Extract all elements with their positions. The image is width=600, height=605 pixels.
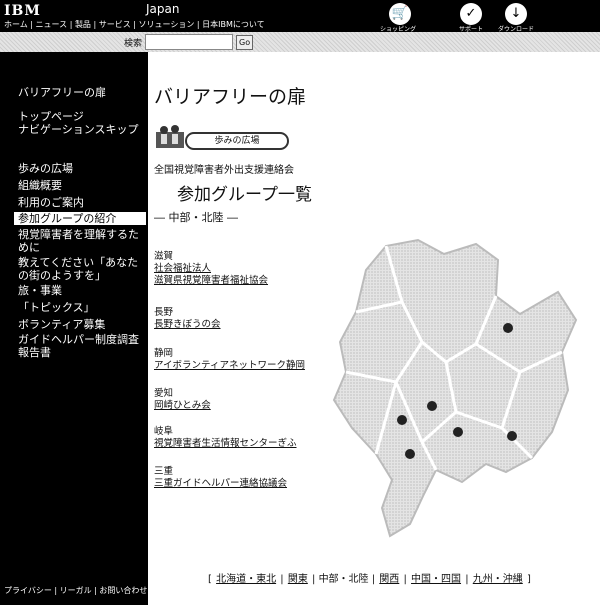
search-input[interactable] (145, 34, 233, 50)
sidebar-item-ayumi[interactable]: 歩みの広場 (18, 162, 143, 175)
pref-label: 静岡 (154, 348, 174, 359)
nav-about[interactable]: 日本IBMについて (202, 20, 265, 29)
region-link-kansai[interactable]: 関西 (379, 574, 399, 585)
region-link-kyushu-okinawa[interactable]: 九州・沖縄 (473, 574, 523, 585)
region-nav-close: ] (526, 574, 531, 585)
group-link[interactable]: 社会福祉法人 (154, 263, 268, 275)
download-icon[interactable]: ↓ (505, 3, 527, 25)
pref-label: 長野 (154, 307, 174, 318)
sidebar-item-skip-nav[interactable]: ナビゲーションスキップ (18, 123, 143, 136)
sidebar-item-volunteer[interactable]: ボランティア募集 (18, 318, 143, 331)
group-aichi: 愛知 岡崎ひとみ会 (154, 388, 211, 412)
nav-solutions[interactable]: ソリューション (139, 20, 195, 29)
group-link[interactable]: 三重ガイドヘルパー連絡協議会 (154, 478, 287, 490)
check-icon[interactable]: ✓ (460, 3, 482, 25)
map-marker-nagano (503, 323, 513, 333)
map-marker-shizuoka (507, 431, 517, 441)
sidebar-item-your-town[interactable]: 教えてください「あなたの街のようすを」 (18, 256, 143, 282)
group-link[interactable]: 滋賀県視覚障害者福祉協会 (154, 275, 268, 287)
group-mie: 三重 三重ガイドヘルパー連絡協議会 (154, 466, 287, 490)
sidebar-item-groups[interactable]: 参加グループの紹介 (14, 212, 146, 225)
sidebar-item-understanding[interactable]: 視覚障害者を理解するために (18, 228, 143, 254)
sidebar-item-guide[interactable]: 利用のご案内 (18, 196, 143, 209)
region-link-kanto[interactable]: 関東 (288, 574, 308, 585)
nav-services[interactable]: サービス (99, 20, 131, 29)
region-nav: [ 北海道・東北 | 関東 | 中部・北陸 | 関西 | 中国・四国 | 九州・… (208, 574, 531, 585)
region-link-hokkaido-tohoku[interactable]: 北海道・東北 (216, 574, 276, 585)
pref-label: 三重 (154, 466, 174, 477)
group-list-title: 参加グループ一覧 (177, 185, 312, 205)
people-icon (156, 125, 184, 148)
cart-icon[interactable]: 🛒 (389, 3, 411, 25)
top-nav: ホーム | ニュース | 製品 | サービス | ソリューション | 日本IBM… (4, 20, 265, 29)
go-button[interactable]: Go (236, 35, 254, 50)
group-link[interactable]: 長野きぼうの会 (154, 319, 221, 331)
group-link[interactable]: アイボランティアネットワーク静岡 (154, 360, 305, 372)
sidebar: バリアフリーの扉 トップページ ナビゲーションスキップ 歩みの広場 組織概要 利… (0, 52, 148, 605)
nav-news[interactable]: ニュース (36, 20, 68, 29)
group-link[interactable]: 視覚障害者生活情報センターぎふ (154, 438, 297, 450)
nav-products[interactable]: 製品 (75, 20, 91, 29)
sidebar-item-top[interactable]: トップページ (18, 110, 143, 123)
group-gifu: 岐阜 視覚障害者生活情報センターぎふ (154, 426, 297, 450)
map-marker-gifu (397, 415, 407, 425)
map-marker-mie (405, 449, 415, 459)
org-name: 全国視覚障害者外出支援連絡会 (154, 165, 294, 176)
country-label: Japan (146, 2, 180, 16)
pref-label: 滋賀 (154, 251, 174, 262)
region-link-chugoku-shikoku[interactable]: 中国・四国 (411, 574, 461, 585)
page-title: バリアフリーの扉 (154, 86, 307, 108)
search-bar: 検索 Go (0, 32, 600, 52)
map-marker-shiga (427, 401, 437, 411)
sidebar-item-organization[interactable]: 組織概要 (18, 179, 143, 192)
sidebar-item-topics[interactable]: 「トピックス」 (18, 301, 143, 314)
ibm-logo[interactable]: IBM (4, 3, 41, 19)
nav-home[interactable]: ホーム (4, 20, 28, 29)
chubu-hokuriku-map (332, 238, 578, 538)
sidebar-title[interactable]: バリアフリーの扉 (18, 84, 106, 100)
pref-label: 岐阜 (154, 426, 174, 437)
masthead: IBM Japan ホーム | ニュース | 製品 | サービス | ソリューシ… (0, 0, 600, 33)
sidebar-item-travel[interactable]: 旅・事業 (18, 284, 143, 297)
region-current-chubu-hokuriku: 中部・北陸 (318, 574, 369, 585)
region-nav-open: [ (208, 574, 212, 585)
group-link[interactable]: 岡崎ひとみ会 (154, 400, 211, 412)
region-heading: ― 中部・北陸 ― (154, 211, 238, 224)
group-shizuoka: 静岡 アイボランティアネットワーク静岡 (154, 348, 305, 372)
search-label: 検索 (124, 39, 143, 49)
group-nagano: 長野 長野きぼうの会 (154, 307, 221, 331)
group-shiga: 滋賀 社会福祉法人 滋賀県視覚障害者福祉協会 (154, 251, 268, 287)
map-marker-aichi (453, 427, 463, 437)
sidebar-item-guide-helper-report[interactable]: ガイドヘルパー制度調査報告書 (18, 333, 143, 359)
ayumi-badge[interactable]: 歩みの広場 (185, 132, 289, 150)
pref-label: 愛知 (154, 388, 174, 399)
footer-links[interactable]: プライバシー | リーガル | お問い合わせ (4, 585, 147, 596)
